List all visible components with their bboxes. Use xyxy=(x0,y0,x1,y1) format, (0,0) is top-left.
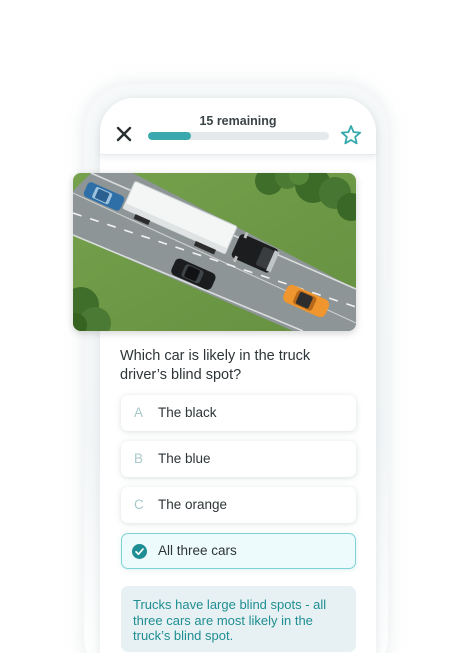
progress-bar xyxy=(148,132,329,140)
question-text: Which car is likely in the truck driver’… xyxy=(120,348,311,383)
answer-option-d-selected[interactable]: All three cars xyxy=(121,533,356,569)
option-letter: A xyxy=(134,405,144,420)
favorite-button[interactable] xyxy=(339,123,363,147)
option-label: The black xyxy=(158,405,217,420)
option-label: The blue xyxy=(158,451,211,466)
answer-option-a[interactable]: A The black xyxy=(121,395,356,431)
option-label: All three cars xyxy=(158,543,237,558)
option-letter: B xyxy=(134,451,144,466)
remaining-counter: 15 remaining xyxy=(199,114,277,128)
highway-scene-image xyxy=(73,173,356,331)
option-label: The orange xyxy=(158,497,228,512)
answer-option-b[interactable]: B The blue xyxy=(121,441,356,477)
check-circle-icon xyxy=(132,544,147,559)
close-icon xyxy=(116,126,132,142)
answer-explanation: Trucks have large blind spots - all thre… xyxy=(121,586,356,652)
option-letter: C xyxy=(134,497,144,512)
star-outline-icon xyxy=(340,125,362,145)
answer-option-c[interactable]: C The orange xyxy=(121,487,356,523)
close-button[interactable] xyxy=(112,122,136,146)
progress-bar-fill xyxy=(148,132,192,140)
highway-truck-scene-illustration xyxy=(73,173,356,331)
quiz-screen: 15 remaining Which car is likely in the … xyxy=(0,0,474,653)
